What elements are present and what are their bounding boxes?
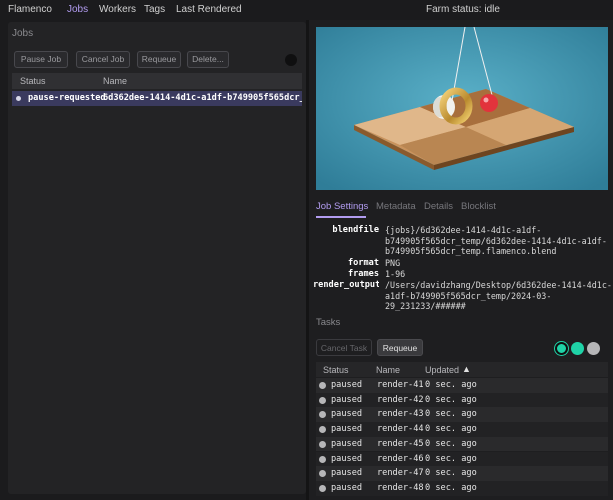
setting-value-render-output: /Users/davidzhang/Desktop/6d362dee-1414-…: [385, 280, 612, 311]
nav-tags[interactable]: Tags: [144, 4, 165, 15]
task-name: render-48: [377, 482, 424, 493]
task-row[interactable]: paused render-44 0 sec. ago: [316, 422, 608, 437]
task-row[interactable]: paused render-43 0 sec. ago: [316, 407, 608, 423]
jobs-status-indicator: [285, 54, 297, 66]
selected-row-dot: [16, 96, 21, 101]
details-tabs: Job Settings Metadata Details Blocklist: [316, 201, 608, 215]
task-status: paused: [331, 453, 363, 464]
task-status: paused: [331, 409, 363, 420]
job-name: 6d362dee-1414-4d1c-a1df-b749905f565dcr_t…: [103, 93, 302, 103]
task-updated: 0 sec. ago: [425, 438, 477, 449]
nav-jobs[interactable]: Jobs: [67, 4, 88, 15]
setting-key-format: format: [347, 258, 379, 268]
setting-value-format: PNG: [385, 258, 401, 268]
tab-metadata[interactable]: Metadata: [376, 201, 416, 212]
tasks-table: Status Name Updated ▲ paused render-41 0 s…: [316, 362, 608, 500]
task-updated: 0 sec. ago: [425, 409, 477, 420]
status-paused-dot-icon: [319, 455, 326, 463]
task-updated: 0 sec. ago: [425, 380, 477, 390]
setting-key-blendfile: blendfile: [332, 225, 379, 235]
filter-dot-teal-icon[interactable]: [571, 342, 584, 355]
pause-job-button[interactable]: Pause Job: [14, 51, 68, 68]
cancel-job-button[interactable]: Cancel Job: [76, 51, 130, 68]
task-row[interactable]: paused render-41 0 sec. ago: [316, 378, 608, 393]
top-nav: Flamenco Jobs Workers Tags Last Rendered…: [0, 0, 613, 20]
task-row[interactable]: paused render-46 0 sec. ago: [316, 451, 608, 467]
setting-value-blendfile: {jobs}/6d362dee-1414-4d1c-a1df- b749905f…: [385, 225, 607, 256]
task-name: render-47: [377, 468, 424, 479]
task-name: render-46: [377, 453, 424, 464]
task-name: render-45: [377, 438, 424, 449]
tasks-heading: Tasks: [316, 317, 341, 328]
requeue-job-button[interactable]: Requeue: [137, 51, 181, 68]
task-row[interactable]: paused render-48 0 sec. ago: [316, 480, 608, 496]
status-paused-dot-icon: [319, 470, 326, 478]
status-paused-dot-icon: [319, 426, 326, 434]
jobs-table-header: Status Name: [12, 73, 302, 89]
task-name: render-44: [377, 424, 424, 435]
nav-workers[interactable]: Workers: [99, 4, 136, 15]
jobs-table: Status Name pause-requested 6d362dee-141…: [12, 73, 302, 493]
task-name: render-43: [377, 409, 424, 420]
column-task-status[interactable]: Status: [323, 365, 349, 375]
task-row[interactable]: paused render-45 0 sec. ago: [316, 436, 608, 452]
render-preview-image: [316, 27, 608, 190]
tab-blocklist[interactable]: Blocklist: [461, 201, 496, 212]
sort-ascending-icon[interactable]: ▲: [462, 364, 471, 374]
task-status: paused: [331, 468, 363, 479]
status-paused-dot-icon: [319, 382, 326, 389]
tab-job-settings[interactable]: Job Settings: [316, 201, 368, 212]
task-updated: 0 sec. ago: [425, 468, 477, 479]
setting-key-render-output: render_output_path: [313, 280, 379, 290]
setting-key-frames: frames: [347, 269, 379, 279]
column-status[interactable]: Status: [20, 76, 46, 86]
filter-dot-selected-icon[interactable]: [555, 342, 568, 355]
column-task-name[interactable]: Name: [376, 365, 400, 375]
active-tab-indicator: [316, 216, 366, 218]
task-updated: 0 sec. ago: [425, 482, 477, 493]
column-task-updated[interactable]: Updated: [425, 365, 459, 375]
tasks-table-header: Status Name Updated ▲: [316, 362, 608, 377]
status-paused-dot-icon: [319, 484, 326, 492]
job-status: pause-requested: [28, 93, 106, 103]
cancel-task-button[interactable]: Cancel Task: [316, 339, 372, 356]
jobs-heading: Jobs: [12, 28, 34, 39]
column-name[interactable]: Name: [103, 76, 127, 86]
task-status: paused: [331, 438, 363, 449]
last-rendered-preview: [316, 27, 608, 190]
task-name: render-41: [377, 380, 424, 390]
requeue-task-button[interactable]: Requeue: [377, 339, 423, 356]
status-paused-dot-icon: [319, 411, 326, 419]
task-status: paused: [331, 380, 363, 390]
task-row[interactable]: paused render-42 0 sec. ago: [316, 392, 608, 408]
filter-dot-gray-icon[interactable]: [587, 342, 600, 355]
nav-flamenco[interactable]: Flamenco: [8, 4, 52, 15]
task-row[interactable]: paused render-47 0 sec. ago: [316, 466, 608, 481]
task-status: paused: [331, 482, 363, 493]
job-details-panel: Job Settings Metadata Details Blocklist …: [309, 20, 613, 500]
tab-details[interactable]: Details: [424, 201, 453, 212]
nav-last-rendered[interactable]: Last Rendered: [176, 4, 242, 15]
task-updated: 0 sec. ago: [425, 394, 477, 405]
setting-value-frames: 1-96: [385, 269, 406, 279]
task-status: paused: [331, 424, 363, 435]
delete-job-button[interactable]: Delete...: [187, 51, 229, 68]
farm-status: Farm status: idle: [426, 4, 500, 15]
task-updated: 0 sec. ago: [425, 453, 477, 464]
status-paused-dot-icon: [319, 396, 326, 404]
task-status: paused: [331, 394, 363, 405]
task-updated: 0 sec. ago: [425, 424, 477, 435]
task-name: render-42: [377, 394, 424, 405]
status-paused-dot-icon: [319, 440, 326, 448]
job-row[interactable]: pause-requested 6d362dee-1414-4d1c-a1df-…: [12, 91, 302, 106]
